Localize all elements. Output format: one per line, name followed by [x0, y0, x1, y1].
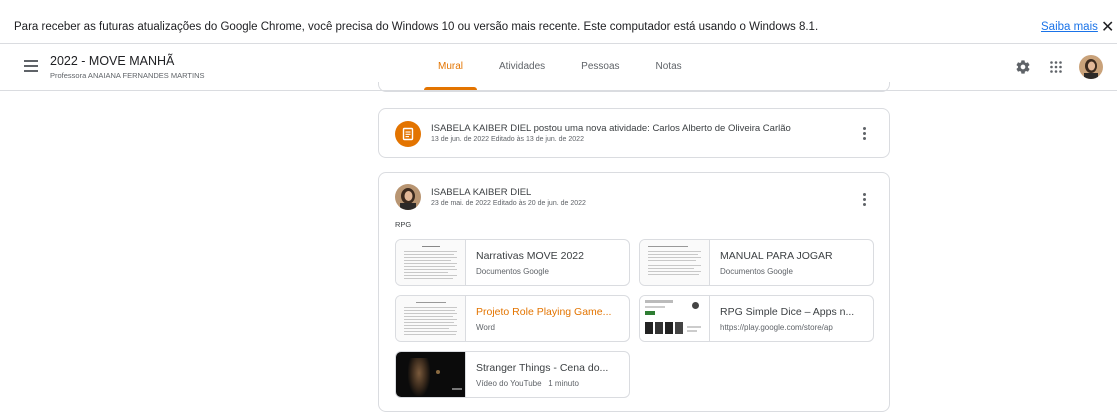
apps-grid-icon[interactable] [1050, 61, 1062, 73]
previous-post-card-edge [378, 82, 890, 92]
attachment-title[interactable]: Narrativas MOVE 2022 [476, 250, 626, 262]
chrome-update-infobar: Para receber as futuras atualizações do … [0, 0, 1117, 44]
teacher-name: Professora ANAIANA FERNANDES MARTINS [50, 71, 205, 80]
attachment-url: https://play.google.com/store/ap [720, 323, 833, 332]
more-options-icon[interactable] [863, 127, 866, 142]
post-author: ISABELA KAIBER DIEL [431, 187, 532, 198]
hamburger-menu-icon[interactable] [24, 60, 38, 72]
gear-icon[interactable] [1015, 59, 1031, 75]
post-text: RPG [395, 220, 412, 229]
attachment-projeto-rpg[interactable]: Projeto Role Playing Game... Word [395, 295, 630, 342]
avatar[interactable] [1079, 55, 1103, 79]
author-avatar [395, 184, 421, 210]
attachment-title[interactable]: Projeto Role Playing Game... [476, 306, 626, 318]
attachment-narrativas[interactable]: Narrativas MOVE 2022 Documentos Google [395, 239, 630, 286]
more-options-icon[interactable] [863, 193, 866, 208]
video-thumbnail [396, 352, 466, 397]
webpage-thumbnail [640, 296, 710, 341]
attachment-title[interactable]: RPG Simple Dice – Apps n... [720, 306, 870, 318]
attachment-type: Word [476, 323, 495, 332]
attachment-type: Documentos Google [720, 267, 793, 276]
assignment-icon [395, 121, 421, 147]
attachment-title[interactable]: MANUAL PARA JOGAR [720, 250, 870, 262]
attachment-type: Documentos Google [476, 267, 549, 276]
learn-more-link[interactable]: Saiba mais [1041, 21, 1098, 33]
attachment-stranger-things[interactable]: Stranger Things - Cena do... Vídeo do Yo… [395, 351, 630, 398]
infobar-message: Para receber as futuras atualizações do … [14, 21, 819, 33]
activity-post-title[interactable]: ISABELA KAIBER DIEL postou uma nova ativ… [431, 123, 791, 134]
attachment-type: Vídeo do YouTube 1 minuto [476, 379, 579, 388]
class-title[interactable]: 2022 - MOVE MANHÃ [50, 54, 174, 68]
doc-thumbnail [396, 240, 466, 285]
activity-post-date: 13 de jun. de 2022 Editado às 13 de jun.… [431, 136, 584, 143]
activity-post-card[interactable]: ISABELA KAIBER DIEL postou uma nova ativ… [378, 108, 890, 158]
attachment-title[interactable]: Stranger Things - Cena do... [476, 362, 626, 374]
attachment-manual[interactable]: MANUAL PARA JOGAR Documentos Google [639, 239, 874, 286]
doc-thumbnail [640, 240, 710, 285]
close-icon[interactable]: ✕ [1101, 17, 1114, 37]
material-post-card: ISABELA KAIBER DIEL 23 de mai. de 2022 E… [378, 172, 890, 412]
post-date: 23 de mai. de 2022 Editado às 20 de jun.… [431, 200, 586, 207]
attachment-rpg-dice[interactable]: RPG Simple Dice – Apps n... https://play… [639, 295, 874, 342]
doc-thumbnail [396, 296, 466, 341]
